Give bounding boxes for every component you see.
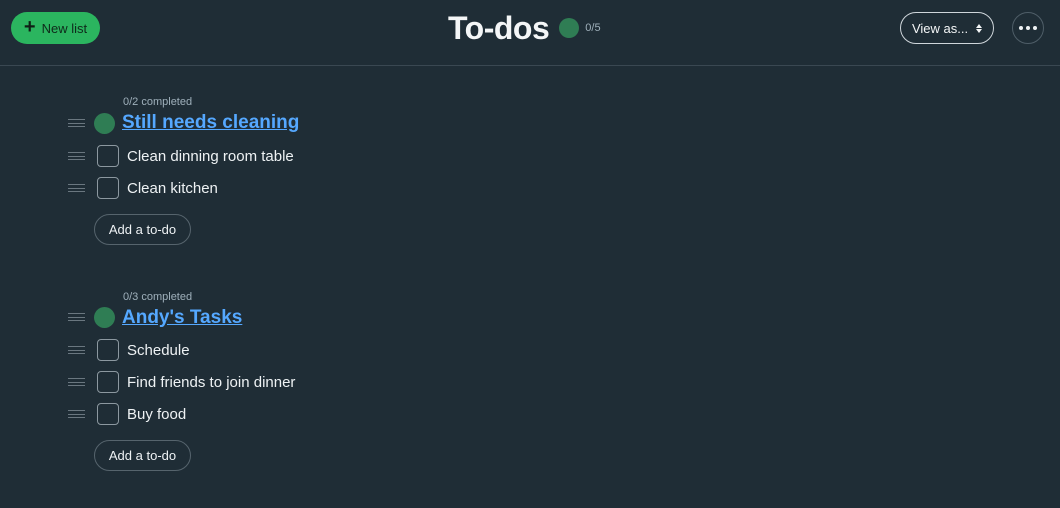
drag-handle-icon[interactable]	[68, 346, 85, 354]
new-list-label: New list	[41, 20, 88, 36]
chevron-updown-icon	[976, 23, 983, 33]
plus-icon: +	[23, 16, 36, 38]
drag-handle-icon[interactable]	[68, 313, 85, 321]
view-as-label: View as...	[911, 20, 969, 36]
view-as-select[interactable]: View as...	[900, 12, 994, 44]
list-completed-count: 0/3 completed	[123, 291, 193, 303]
todo-checkbox[interactable]	[97, 339, 119, 361]
drag-handle-icon[interactable]	[68, 119, 85, 127]
list-completed-count: 0/2 completed	[123, 96, 193, 108]
page-title: To-dos	[448, 9, 550, 46]
title-area: To-dos 0/5	[448, 8, 601, 48]
drag-handle-icon[interactable]	[68, 410, 85, 418]
drag-handle-icon[interactable]	[68, 152, 85, 160]
todo-item-label: Find friends to join dinner	[127, 374, 296, 391]
new-list-button[interactable]: + New list	[11, 12, 100, 44]
list-status-dot	[94, 307, 115, 328]
todo-checkbox[interactable]	[97, 403, 119, 425]
more-options-button[interactable]	[1012, 12, 1044, 44]
todo-checkbox[interactable]	[97, 371, 119, 393]
progress-dot	[559, 18, 580, 38]
todo-item-label: Clean dinning room table	[127, 148, 294, 165]
add-todo-button[interactable]: Add a to-do	[94, 214, 191, 245]
top-bar: + New list To-dos 0/5 View as...	[0, 0, 1060, 66]
todo-checkbox[interactable]	[97, 177, 119, 199]
list-title-link[interactable]: Andy's Tasks	[122, 307, 242, 329]
completed-count: 0/5	[585, 22, 601, 34]
todo-checkbox[interactable]	[97, 145, 119, 167]
drag-handle-icon[interactable]	[68, 378, 85, 386]
add-todo-button[interactable]: Add a to-do	[94, 440, 191, 471]
todo-item-label: Schedule	[127, 342, 190, 359]
list-title-link[interactable]: Still needs cleaning	[122, 112, 299, 134]
list-status-dot	[94, 113, 115, 134]
drag-handle-icon[interactable]	[68, 184, 85, 192]
todo-item-label: Clean kitchen	[127, 180, 218, 197]
more-icon	[1019, 26, 1037, 30]
todo-item-label: Buy food	[127, 406, 187, 423]
